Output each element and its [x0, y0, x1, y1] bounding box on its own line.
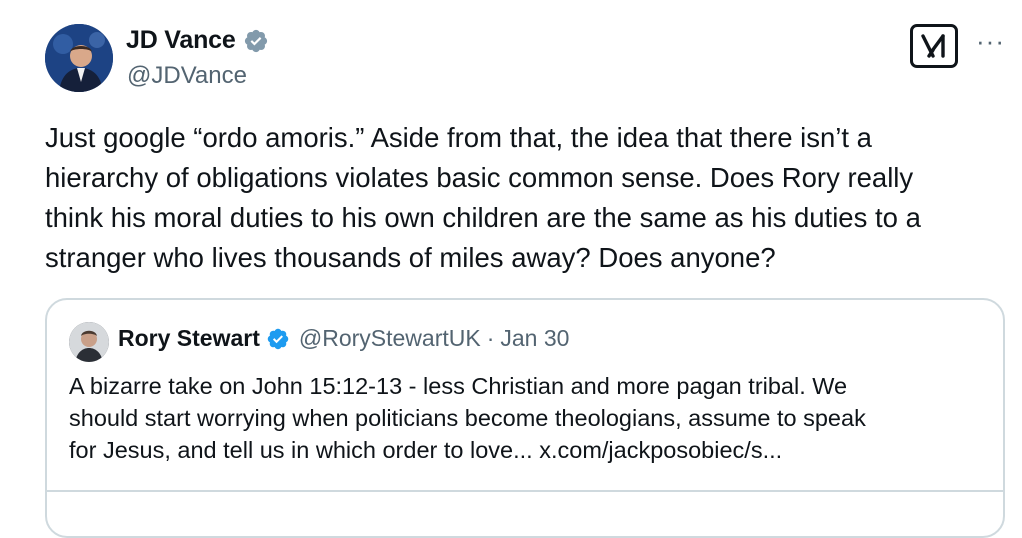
avatar-image	[45, 24, 113, 92]
grok-icon	[921, 34, 945, 58]
quoted-author-avatar[interactable]	[69, 322, 109, 362]
verified-badge-icon[interactable]	[243, 28, 269, 54]
verified-badge-icon	[267, 328, 289, 349]
quoted-date[interactable]: Jan 30	[500, 325, 569, 352]
quoted-tweet[interactable]: Rory Stewart @RoryStewartUK · Jan 30 A b…	[45, 298, 1005, 538]
grok-button[interactable]	[910, 24, 958, 68]
quoted-avatar-image	[69, 322, 109, 362]
author-name-row: JD Vance	[126, 26, 269, 55]
quoted-tweet-text: A bizarre take on John 15:12-13 - less C…	[69, 373, 866, 463]
author-name[interactable]: JD Vance	[126, 26, 236, 55]
separator-dot: ·	[486, 325, 495, 351]
author-avatar[interactable]	[45, 24, 113, 92]
tweet-text: Just google “ordo amoris.” Aside from th…	[45, 122, 921, 273]
quoted-header: Rory Stewart @RoryStewartUK · Jan 30	[118, 325, 569, 352]
quoted-media-divider	[47, 490, 1003, 492]
more-options-button[interactable]: ···	[976, 26, 1005, 57]
quoted-author-handle[interactable]: @RoryStewartUK	[299, 325, 481, 352]
author-handle[interactable]: @JDVance	[127, 62, 247, 90]
quoted-author-name[interactable]: Rory Stewart	[118, 325, 260, 352]
